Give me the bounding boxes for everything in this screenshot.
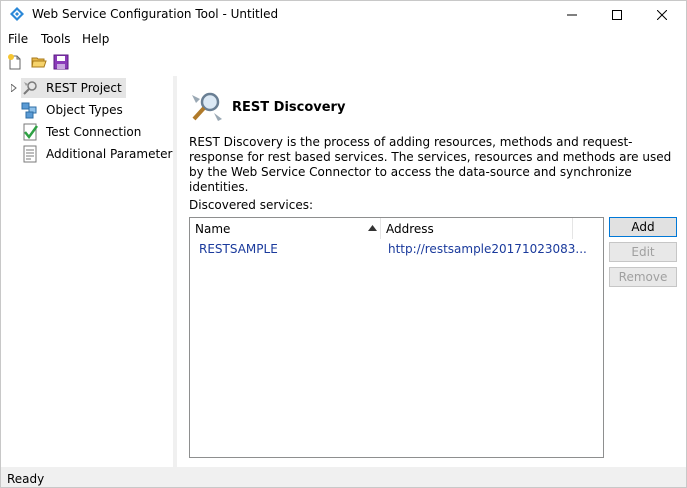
minimize-icon [567,14,577,15]
column-header-name[interactable]: Name [190,218,381,239]
edit-button[interactable]: Edit [609,242,677,262]
menu-tools[interactable]: Tools [41,32,71,46]
tree-item-label: Additional Parameters [46,147,179,161]
save-button[interactable] [52,53,70,71]
save-disk-icon [53,54,69,70]
list-header: Name Address [190,218,603,239]
menu-help[interactable]: Help [82,32,109,46]
test-connection-icon [23,123,39,141]
tree-item-label: Object Types [46,103,123,117]
rest-discovery-icon [192,92,222,121]
close-button[interactable] [639,1,685,28]
table-row[interactable]: RESTSAMPLE http://restsample20171023083.… [190,240,603,258]
tree-item-label: Test Connection [46,125,142,139]
sort-ascending-icon [368,225,377,231]
status-text: Ready [7,472,45,486]
object-types-icon [21,102,37,119]
open-folder-icon [31,57,47,68]
description-text: REST Discovery is the process of adding … [189,135,672,194]
open-button[interactable] [30,53,48,71]
new-file-icon [8,54,21,70]
discovered-services-label: Discovered services: [189,198,314,212]
service-address-cell: http://restsample20171023083... [388,242,587,256]
minimize-button[interactable] [549,1,595,28]
tree-item-test-connection[interactable]: Test Connection [21,122,145,142]
additional-parameters-icon [23,145,37,163]
app-window: Web Service Configuration Tool - Untitle… [0,0,687,488]
page-title: REST Discovery [232,100,346,115]
column-header-address[interactable]: Address [381,218,573,239]
project-tree: REST Project Object Types Test Connectio… [1,76,179,467]
tree-item-label: REST Project [46,81,122,95]
maximize-icon [612,9,622,20]
menu-file[interactable]: File [8,32,28,46]
toolbar [1,50,686,75]
status-bar: Ready [1,467,686,487]
close-icon [657,9,667,20]
app-logo-icon [10,7,24,21]
new-button[interactable] [6,53,24,71]
rest-project-icon [23,81,37,95]
menu-bar: File Tools Help [1,29,686,49]
content-panel: REST Discovery REST Discovery is the pro… [177,76,686,467]
add-button[interactable]: Add [609,217,677,237]
expand-arrow-icon[interactable] [11,84,17,92]
remove-button[interactable]: Remove [609,267,677,287]
column-header-filler [573,218,603,239]
service-name-cell: RESTSAMPLE [199,242,278,256]
window-title: Web Service Configuration Tool - Untitle… [32,7,279,21]
tree-item-object-types[interactable]: Object Types [21,100,127,120]
tree-item-rest-project[interactable]: REST Project [21,78,126,98]
title-bar: Web Service Configuration Tool - Untitle… [1,1,686,28]
maximize-button[interactable] [594,1,640,28]
discovered-services-list[interactable]: Name Address RESTSAMPLE http://restsampl… [189,217,604,458]
tree-item-additional-parameters[interactable]: Additional Parameters [21,144,183,164]
